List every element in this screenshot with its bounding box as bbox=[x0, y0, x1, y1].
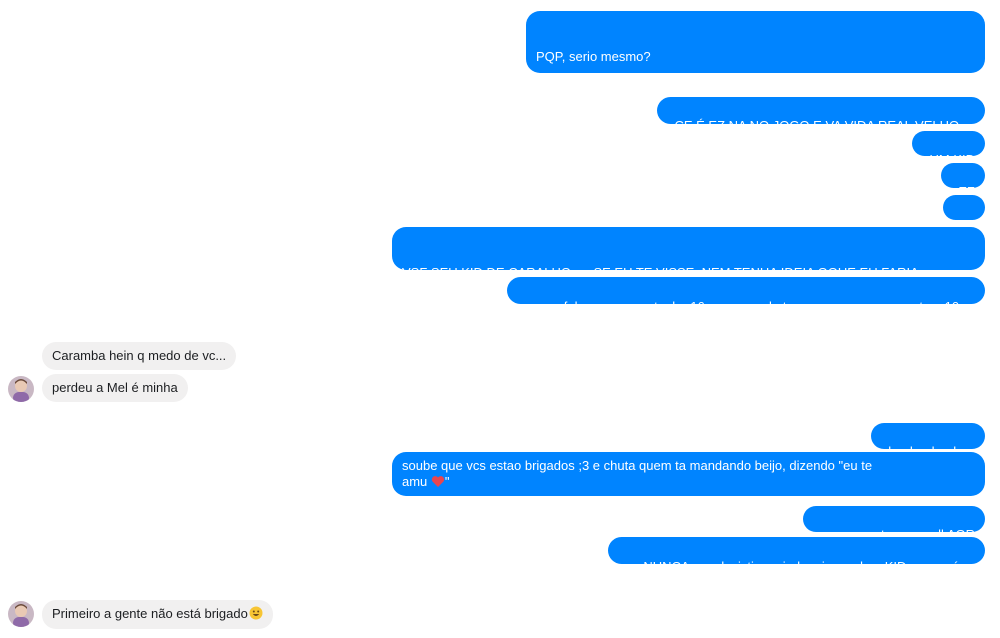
smiling-face-emoji-icon bbox=[249, 606, 263, 624]
outgoing-message: soube que vcs estao brigados ;3 e chuta … bbox=[392, 452, 985, 496]
outgoing-message: VSF SEU KID DE CARALHO ¬¬ SE EU TE VISSE… bbox=[392, 227, 985, 328]
avatar-image bbox=[8, 376, 34, 402]
outgoing-message: EZ bbox=[941, 163, 985, 199]
message-text: Primeiro a gente não está brigado bbox=[52, 606, 248, 621]
message-text-part: amu bbox=[402, 474, 431, 489]
heart-emoji-icon bbox=[431, 475, 445, 492]
outgoing-message: e quem estou em call AGR bbox=[803, 506, 985, 542]
contact-avatar[interactable] bbox=[8, 376, 34, 402]
message-text: so pra falar memo, eu tenho 16 anos, e p… bbox=[524, 299, 975, 314]
outgoing-message: ¬¬ bbox=[942, 195, 985, 231]
message-line: amu " bbox=[402, 474, 975, 492]
contact-avatar[interactable] bbox=[8, 601, 34, 627]
outgoing-message: PQP, serio mesmo? E AINDA QUERIA ME VER … bbox=[526, 11, 985, 160]
outgoing-message: so pra falar memo, eu tenho 16 anos, e p… bbox=[506, 277, 985, 314]
incoming-message: perdeu a Mel é minha bbox=[42, 374, 188, 402]
outgoing-message: UM KID bbox=[912, 131, 985, 167]
message-line: soube que vcs estao brigados ;3 e chuta … bbox=[402, 458, 873, 473]
message-text: eu NUNCA vou desistir, e ainda ais vendo… bbox=[625, 559, 975, 574]
incoming-message: Primeiro a gente não está brigado bbox=[42, 600, 273, 629]
message-line: PQP, serio mesmo? bbox=[536, 49, 651, 64]
message-text: perdeu a Mel é minha bbox=[52, 380, 178, 395]
message-line: pqp kkkkkkkkkkkkkkkkkkkkkkkkkkkkkkkkkkkk… bbox=[536, 145, 926, 160]
avatar-image bbox=[8, 601, 34, 627]
outgoing-message: huehuehuehue bbox=[871, 423, 985, 459]
incoming-message: Caramba hein q medo de vc... bbox=[42, 342, 237, 370]
message-line: CONTIGO, e eu faço jiu-jitsu na faixa az… bbox=[402, 313, 691, 328]
message-text: Caramba hein q medo de vc... bbox=[52, 348, 227, 363]
message-text-part: " bbox=[444, 474, 450, 489]
outgoing-message: CE É EZ NA NO JOGO E VA VIDA REAL VELHO … bbox=[657, 97, 985, 133]
outgoing-message: eu NUNCA vou desistir, e ainda ais vendo… bbox=[608, 537, 985, 574]
